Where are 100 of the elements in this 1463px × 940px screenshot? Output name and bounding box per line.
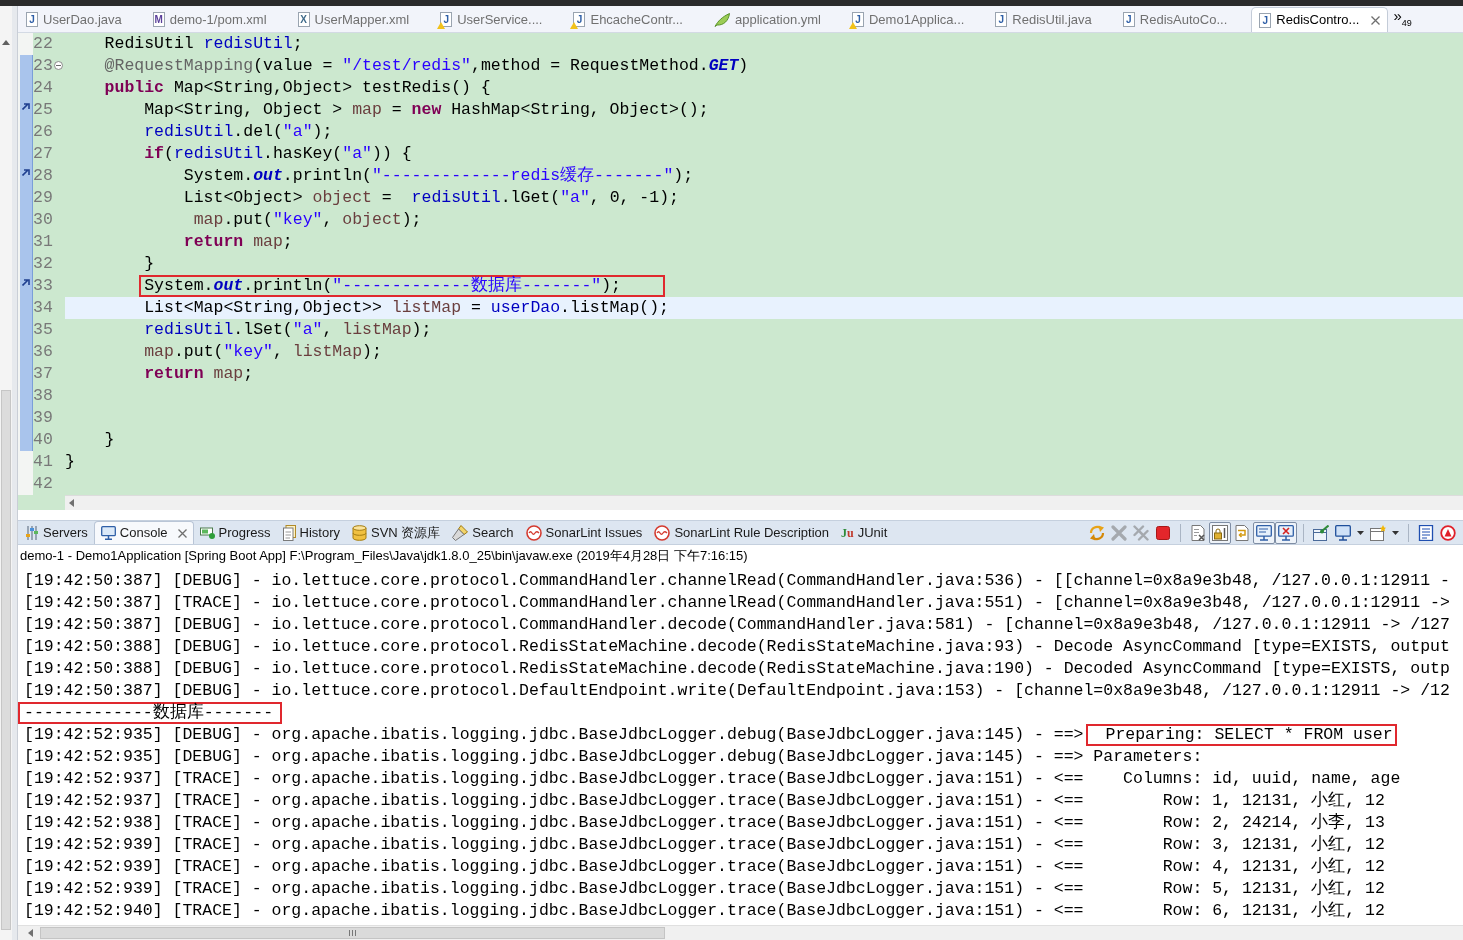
code-line: System.out.println("-------------redis缓存-------"); (183, 165, 694, 187)
line-number: 27 (33, 143, 53, 165)
tab-logo: Ju (841, 525, 854, 540)
log-line: [19:42:52:935] [DEBUG] - org.apache.ibatis.logging.jdbc.BaseJdbcLogger.debug(BaseJdbcLogger.java:145) - ==> Parameters: (24, 746, 1203, 768)
line-number: 25 (33, 99, 53, 121)
code-line: public Map<String,Object> testRedis() { (104, 77, 491, 99)
view-tab[interactable]: History (276, 521, 346, 544)
code-line: } (144, 253, 155, 275)
arrow-marker-icon (22, 103, 30, 110)
editor-tab[interactable]: J EhcacheContr... (566, 7, 690, 32)
editor-tab[interactable]: J RedisUtil.java (988, 7, 1099, 32)
line-number: 30 (33, 209, 53, 231)
horizontal-scrollbar[interactable] (65, 495, 1463, 510)
line-number: 32 (33, 253, 53, 275)
view-tab[interactable]: Progress (193, 521, 277, 544)
line-number: 28 (33, 165, 53, 187)
file-icon: J (995, 12, 1008, 27)
line-number: 37 (33, 363, 53, 385)
code-line: RedisUtil redisUtil; (104, 33, 303, 55)
line-number: 36 (33, 341, 53, 363)
document-x-icon (1190, 524, 1206, 541)
pin-window-icon (1313, 524, 1329, 541)
code-line: List<Object> object = redisUtil.lGet("a", 0, -1); (183, 187, 679, 209)
editor-tab[interactable]: M demo-1/pom.xml (145, 7, 274, 32)
collapse-icon[interactable] (53, 60, 63, 70)
line-number: 33 (33, 275, 53, 297)
view-tab[interactable]: Search (446, 521, 520, 544)
code-line: List<Map<String,Object>> listMap = userDao.listMap(); (144, 297, 669, 319)
lock-document-icon (1212, 524, 1228, 541)
log-line: [19:42:50:387] [TRACE] - io.lettuce.core.protocol.CommandHandler.channelRead(CommandHandler.java:551) - [channel=0x8a9e3b48, /127.0.0.1:12911 -> (24, 592, 1450, 614)
document-stack-icon (282, 524, 296, 541)
scrollbar-thumb[interactable] (1, 390, 11, 930)
view-tab[interactable]: Servers (19, 521, 94, 544)
code-line: map.put("key", object); (193, 209, 422, 231)
file-icon: J (26, 12, 38, 27)
code-line: redisUtil.lSet("a", listMap); (144, 319, 432, 341)
view-tab[interactable]: SonarLint Rule Description (648, 521, 835, 544)
monitor-icon (1335, 524, 1351, 541)
log-line: [19:42:50:388] [DEBUG] - io.lettuce.core.protocol.RedisStateMachine.decode(RedisStateMachine.java:93) - Decode AsyncCommand [type=EXISTS, output (24, 636, 1450, 658)
code-line: if(redisUtil.hasKey("a")) { (144, 143, 412, 165)
up-arrow-icon (2, 40, 10, 45)
left-arrow-icon (28, 929, 33, 937)
view-tab[interactable]: Console (93, 521, 194, 544)
log-line: [19:42:50:387] [DEBUG] - io.lettuce.core.protocol.DefaultEndpoint.write(DefaultEndpoint.java:153) - [channel=0x8a9e3b48, /127.0.0.1:12911 -> /12 (24, 680, 1450, 702)
code-line: } (65, 451, 75, 473)
code-line: return map; (183, 231, 293, 253)
double-x-icon (1133, 524, 1149, 541)
file-icon: X (297, 12, 310, 27)
sliders-icon (25, 525, 39, 540)
highlighted-log-text: Preparing: SELECT * FROM user (1086, 724, 1397, 746)
editor-tab[interactable]: J Demo1Applica... (844, 7, 972, 32)
line-number: 40 (33, 429, 53, 451)
log-line: [19:42:50:387] [DEBUG] - io.lettuce.core.protocol.CommandHandler.channelRead(CommandHandler.java:536) - [[channel=0x8a9e3b48, /127.0.0.1:12911 - (24, 570, 1450, 592)
code-line: redisUtil.del("a"); (144, 121, 333, 143)
sync-arrows-icon (1089, 524, 1105, 541)
line-number: 34 (33, 297, 53, 319)
scroll-lock-button[interactable] (1209, 521, 1231, 544)
log-line: [19:42:52:938] [TRACE] - org.apache.ibatis.logging.jdbc.BaseJdbcLogger.trace(BaseJdbcLogger.java:151) - <== Row: 2, 24214, 小李, 13 (24, 812, 1385, 834)
show-error-button[interactable] (1275, 521, 1297, 544)
line-number: 29 (33, 187, 53, 209)
horizontal-scrollbar[interactable] (18, 925, 1463, 940)
code-line: Map<String, Object > map = new HashMap<String, Object>(); (144, 99, 709, 121)
line-number: 35 (33, 319, 53, 341)
editor-tab[interactable]: J RedisContro... (1251, 7, 1389, 32)
close-icon[interactable] (177, 528, 187, 538)
log-line: [19:42:52:940] [TRACE] - org.apache.ibatis.logging.jdbc.BaseJdbcLogger.trace(BaseJdbcLogger.java:151) - <== Row: 6, 12131, 小红, 12 (24, 900, 1385, 922)
editor-tab[interactable]: J UserDao.java (19, 7, 129, 32)
code-line: return map; (144, 363, 254, 385)
document-icon (1418, 524, 1434, 541)
log-line: [19:42:50:388] [DEBUG] - io.lettuce.core.protocol.RedisStateMachine.decode(RedisStateMachine.java:190) - Decoded AsyncCommand [type=EXISTS, outp (24, 658, 1450, 680)
editor-tab[interactable]: J UserService.... (433, 7, 550, 32)
document-arrows-icon (1234, 524, 1250, 541)
editor-tab[interactable]: X UserMapper.xml (290, 7, 417, 32)
line-number: 23 (33, 55, 53, 77)
caret-icon (1357, 530, 1364, 535)
log-line: [19:42:52:939] [TRACE] - org.apache.ibatis.logging.jdbc.BaseJdbcLogger.trace(BaseJdbcLogger.java:151) - <== Row: 3, 12131, 小红, 12 (24, 834, 1385, 856)
log-line: [19:42:52:937] [TRACE] - org.apache.ibatis.logging.jdbc.BaseJdbcLogger.trace(BaseJdbcLogger.java:151) - <== Row: 1, 12131, 小红, 12 (24, 790, 1385, 812)
log-text: [19:42:52:935] [DEBUG] - org.apache.ibatis.logging.jdbc.BaseJdbcLogger.debug(BaseJdbcLogger.java:145) - ==> (24, 724, 1084, 746)
scrollbar-thumb[interactable] (40, 927, 665, 939)
editor-tab[interactable]: J RedisAutoCo... (1115, 7, 1235, 32)
view-tab[interactable]: SonarLint Issues (519, 521, 649, 544)
file-icon: J (1122, 12, 1135, 27)
x-mark-icon (1111, 524, 1127, 541)
view-tab[interactable]: Ju JUnit (835, 521, 894, 544)
line-number: 26 (33, 121, 53, 143)
file-icon: M (152, 12, 165, 27)
line-number: 39 (33, 407, 53, 429)
line-number: 31 (33, 231, 53, 253)
wave-circle-icon (525, 524, 542, 541)
grip-icon (349, 930, 356, 936)
close-icon[interactable] (1371, 15, 1381, 25)
view-tab[interactable]: SVN 资源库 (346, 521, 447, 544)
show-output-button[interactable] (1253, 521, 1275, 544)
code-line: @RequestMapping(value = "/test/redis",method = RequestMethod.GET) (104, 55, 749, 77)
file-icon: J (1259, 12, 1272, 28)
arrow-marker-icon (22, 279, 30, 286)
stop-square-icon (1155, 524, 1171, 541)
editor-tab[interactable]: application.yml (706, 7, 828, 32)
line-number: 38 (33, 385, 53, 407)
vertical-scrollbar[interactable] (0, 6, 12, 940)
